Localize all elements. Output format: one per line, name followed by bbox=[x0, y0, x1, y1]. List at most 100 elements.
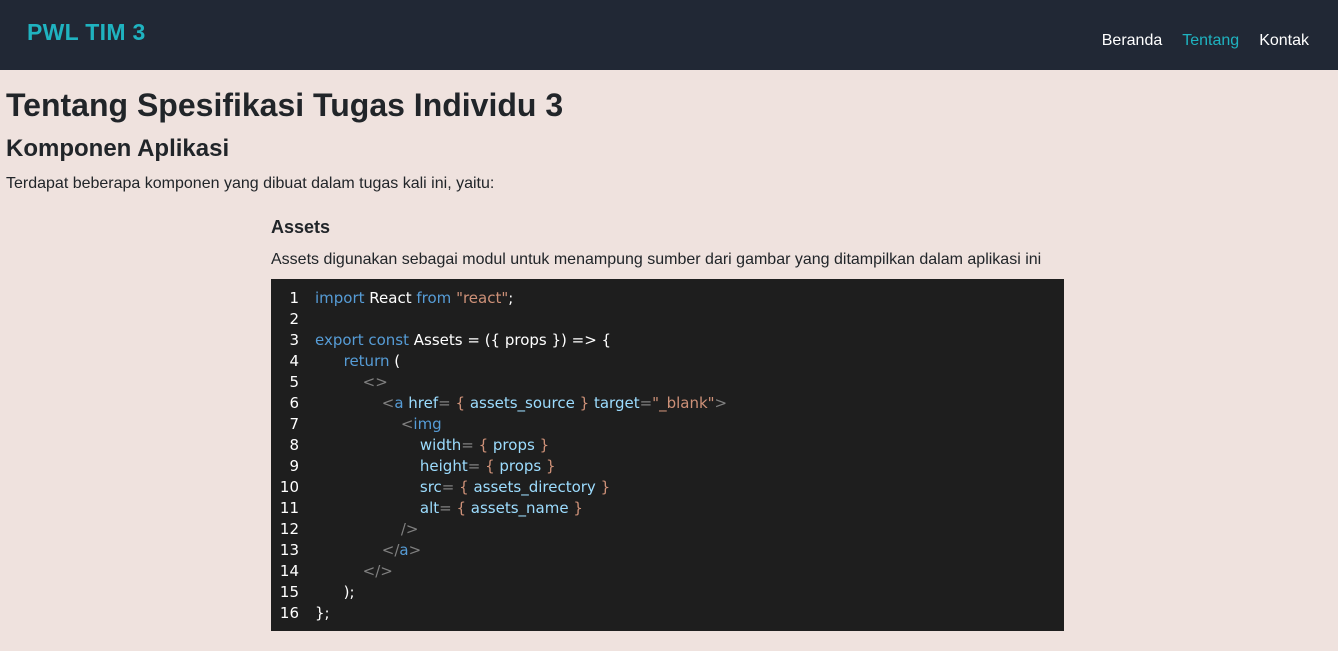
code-line: 3 export const Assets = ({ props }) => { bbox=[271, 330, 1064, 351]
section-title: Komponen Aplikasi bbox=[6, 135, 230, 162]
code-token: "_blank" bbox=[652, 394, 715, 412]
line-number: 4 bbox=[289, 352, 299, 370]
code-text: /> bbox=[315, 519, 419, 540]
code-line: 4 return ( bbox=[271, 351, 1064, 372]
nav-link-tentang[interactable]: Tentang bbox=[1182, 32, 1239, 50]
code-token: Assets = ({ props }) => { bbox=[409, 331, 612, 349]
line-number: 7 bbox=[289, 415, 299, 433]
code-line: 8 width= { props } bbox=[271, 435, 1064, 456]
code-token: = bbox=[441, 478, 460, 496]
nav-links: Beranda Tentang Kontak bbox=[1102, 32, 1309, 50]
code-text: <> bbox=[315, 372, 388, 393]
component-title: Assets bbox=[271, 217, 331, 237]
code-token: < bbox=[315, 415, 414, 433]
code-token: return bbox=[315, 352, 390, 370]
line-number: 2 bbox=[289, 310, 299, 328]
code-text: height= { props } bbox=[315, 456, 556, 477]
code-text: return ( bbox=[315, 351, 401, 372]
line-number: 16 bbox=[279, 604, 299, 622]
code-text: alt= { assets_name } bbox=[315, 498, 583, 519]
code-token: ; bbox=[508, 289, 514, 307]
code-text: <a href= { assets_source } target="_blan… bbox=[315, 393, 727, 414]
code-token: { bbox=[459, 478, 469, 496]
component-assets: Assets Assets digunakan sebagai modul un… bbox=[271, 216, 1064, 631]
code-token: = bbox=[461, 436, 479, 454]
line-number: 11 bbox=[279, 499, 299, 517]
code-token: import bbox=[315, 289, 365, 307]
code-token: a bbox=[394, 394, 404, 412]
line-number: 8 bbox=[289, 436, 299, 454]
code-token: = bbox=[439, 499, 457, 517]
code-line: 9 height= { props } bbox=[271, 456, 1064, 477]
code-line: 10 src= { assets_directory } bbox=[271, 477, 1064, 498]
line-number: 13 bbox=[279, 541, 299, 559]
code-token: { bbox=[456, 499, 467, 517]
main-content: Tentang Spesifikasi Tugas Individu 3 Kom… bbox=[0, 86, 1338, 631]
code-token: ( bbox=[389, 352, 401, 370]
code-token: a bbox=[399, 541, 409, 559]
code-text: ); bbox=[315, 582, 355, 603]
code-token: src bbox=[315, 478, 442, 496]
code-token: <> bbox=[315, 373, 388, 391]
code-line: 5 <> bbox=[271, 372, 1064, 393]
intro-text: Terdapat beberapa komponen yang dibuat d… bbox=[6, 175, 495, 192]
code-token: height bbox=[315, 457, 468, 475]
code-text: }; bbox=[315, 603, 330, 624]
code-line: 16}; bbox=[271, 603, 1064, 624]
code-token: } bbox=[539, 436, 550, 454]
nav-link-kontak[interactable]: Kontak bbox=[1259, 32, 1309, 50]
code-token: > bbox=[408, 541, 422, 559]
code-block[interactable]: 1 import React from "react"; 2 3 export cons… bbox=[271, 279, 1064, 631]
code-token: assets_source bbox=[465, 394, 580, 412]
line-number: 12 bbox=[279, 520, 299, 538]
navbar: PWL TIM 3 Beranda Tentang Kontak bbox=[0, 0, 1338, 70]
line-number: 10 bbox=[279, 478, 299, 496]
code-token: const bbox=[363, 331, 409, 349]
code-token: React bbox=[364, 289, 417, 307]
code-token: < bbox=[315, 394, 395, 412]
code-token: assets_name bbox=[466, 499, 574, 517]
code-line: 15 ); bbox=[271, 582, 1064, 603]
code-token: </> bbox=[315, 562, 393, 580]
line-number: 5 bbox=[289, 373, 299, 391]
code-token: { bbox=[485, 457, 495, 475]
code-token: target bbox=[589, 394, 640, 412]
code-token: export bbox=[315, 331, 364, 349]
code-token: } bbox=[600, 478, 611, 496]
code-token: img bbox=[413, 415, 442, 433]
line-number: 9 bbox=[289, 457, 299, 475]
code-line: 6 <a href= { assets_source } target="_bl… bbox=[271, 393, 1064, 414]
code-token: alt bbox=[315, 499, 440, 517]
code-text: src= { assets_directory } bbox=[315, 477, 610, 498]
code-text: </> bbox=[315, 561, 393, 582]
code-token: } bbox=[573, 499, 583, 517]
code-line: 7 <img bbox=[271, 414, 1064, 435]
code-token: { bbox=[455, 394, 466, 412]
code-text: export const Assets = ({ props }) => { bbox=[315, 330, 611, 351]
nav-link-beranda[interactable]: Beranda bbox=[1102, 32, 1163, 50]
component-description: Assets digunakan sebagai modul untuk men… bbox=[271, 251, 1042, 268]
code-token: = bbox=[438, 394, 456, 412]
code-text: </a> bbox=[315, 540, 421, 561]
code-line: 2 bbox=[271, 309, 1064, 330]
code-token: }; bbox=[315, 604, 330, 622]
code-text: import React from "react"; bbox=[315, 288, 513, 309]
code-line: 13 </a> bbox=[271, 540, 1064, 561]
line-number: 14 bbox=[279, 562, 299, 580]
code-token: ); bbox=[315, 583, 355, 601]
line-number: 15 bbox=[279, 583, 299, 601]
code-token: > bbox=[714, 394, 728, 412]
code-token: </ bbox=[315, 541, 400, 559]
code-line: 14 </> bbox=[271, 561, 1064, 582]
code-text: width= { props } bbox=[315, 435, 549, 456]
code-token: } bbox=[579, 394, 590, 412]
line-number: 6 bbox=[289, 394, 299, 412]
page-title: Tentang Spesifikasi Tugas Individu 3 bbox=[6, 87, 564, 123]
code-token: } bbox=[546, 457, 556, 475]
line-number: 3 bbox=[289, 331, 299, 349]
brand-link[interactable]: PWL TIM 3 bbox=[27, 19, 146, 46]
code-token: href bbox=[403, 394, 439, 412]
code-token: { bbox=[478, 436, 489, 454]
code-token: from bbox=[416, 289, 452, 307]
code-line: 11 alt= { assets_name } bbox=[271, 498, 1064, 519]
